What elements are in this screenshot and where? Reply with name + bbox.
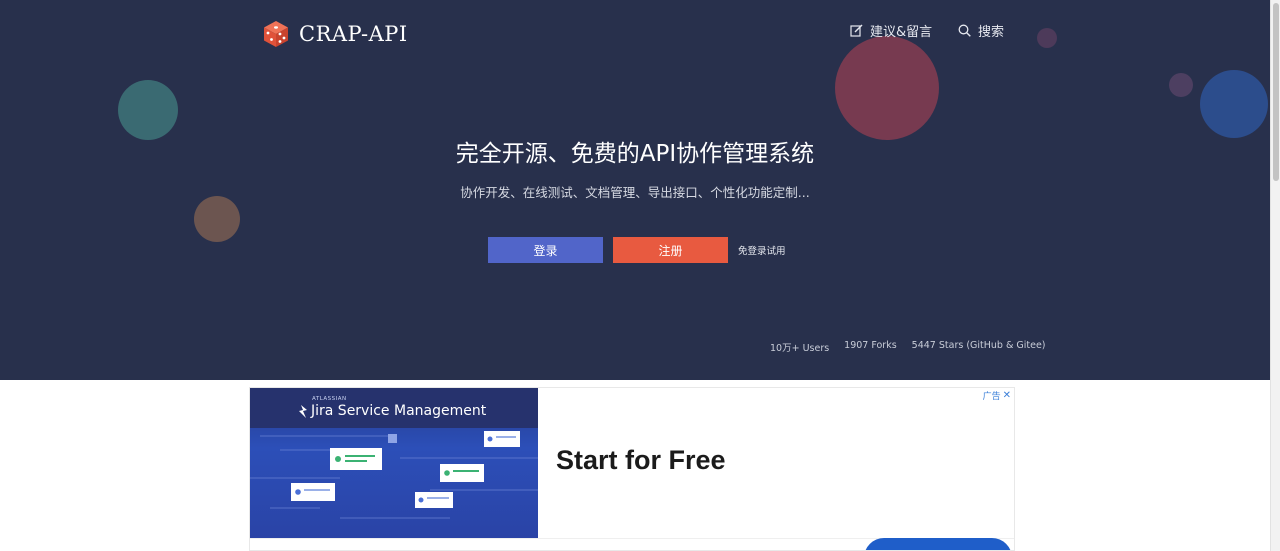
decor-bubble [118,80,178,140]
login-button[interactable]: 登录 [488,237,603,263]
ad-brand: Jira Service Management [296,403,486,419]
page-scrollbar[interactable] [1270,0,1280,551]
decor-bubble [1037,28,1057,48]
project-stats: 10万+ Users 1907 Forks 5447 Stars (GitHub… [770,340,1046,354]
ad-illustration: ATLASSIAN Jira Service Management [250,388,538,538]
decor-bubble [1200,70,1268,138]
nav-search-label: 搜索 [978,24,1005,40]
hero-title: 完全开源、免费的API协作管理系统 [455,141,815,167]
brand-logo[interactable]: CRAP-API [262,20,408,48]
ad-art-cards [250,431,538,519]
nav-feedback-label: 建议&留言 [870,24,933,40]
brand-name: CRAP-API [299,22,408,46]
ad-choices-badge[interactable]: 广告 ✕ [983,389,1011,402]
dice-icon [264,21,288,47]
register-button[interactable]: 注册 [613,237,728,263]
ad-brand-name: Jira Service Management [311,403,487,419]
decor-bubble [835,36,939,140]
edit-icon [850,24,863,37]
ad-brand-small: ATLASSIAN [312,396,347,402]
ad-banner[interactable]: ATLASSIAN Jira Service Management Start … [249,387,1015,551]
stat-stars: 5447 Stars (GitHub & Gitee) [911,340,1046,351]
hero-banner: CRAP-API 建议&留言 搜索 完全开源、免费的API协作管理系统 协作开发… [0,0,1270,380]
nav-search-link[interactable]: 搜索 [958,20,1004,40]
scrollbar-thumb[interactable] [1273,3,1279,181]
ad-cta-button[interactable] [864,538,1012,550]
stat-users: 10万+ Users [770,343,830,354]
decor-bubble [1169,73,1193,97]
ad-badge-label: 广告 [982,392,1001,402]
search-icon [958,24,971,37]
page: CRAP-API 建议&留言 搜索 完全开源、免费的API协作管理系统 协作开发… [0,0,1280,551]
nav-feedback-link[interactable]: 建议&留言 [850,20,932,40]
ad-headline[interactable]: Start for Free [556,445,726,476]
stat-forks: 1907 Forks [844,340,897,351]
jira-logo-icon [299,404,307,418]
decor-bubble [194,196,240,242]
ad-close-icon[interactable]: ✕ [1003,390,1011,401]
trial-link[interactable]: 免登录试用 [738,243,786,257]
hero-subtitle: 协作开发、在线测试、文档管理、导出接口、个性化功能定制... [460,185,810,200]
